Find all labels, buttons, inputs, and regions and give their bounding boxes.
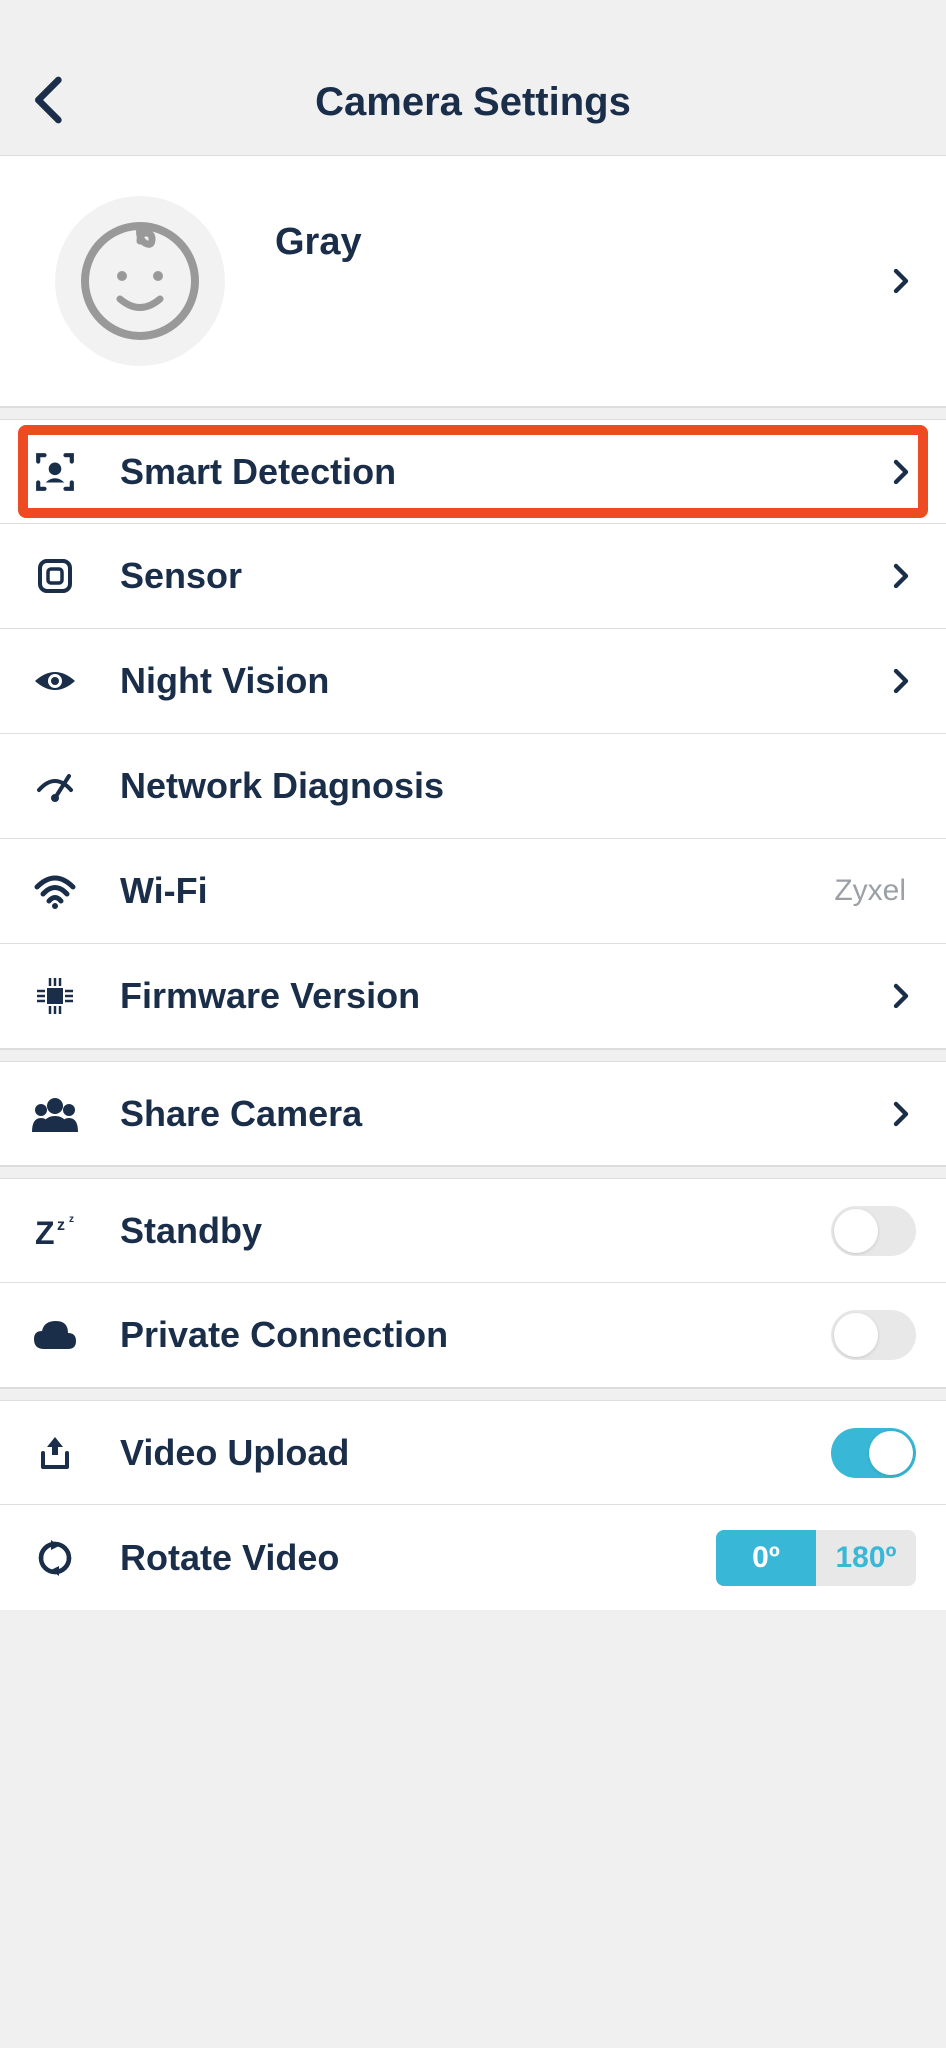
setting-sensor[interactable]: Sensor	[0, 524, 946, 629]
svg-text:z: z	[69, 1214, 74, 1225]
upload-icon	[30, 1428, 80, 1478]
setting-label: Standby	[120, 1210, 831, 1252]
setting-label: Night Vision	[120, 660, 886, 702]
chevron-right-icon	[886, 1099, 916, 1129]
page-title: Camera Settings	[0, 80, 946, 125]
private-connection-toggle[interactable]	[831, 1310, 916, 1360]
wifi-value: Zyxel	[834, 874, 906, 908]
standby-toggle[interactable]	[831, 1206, 916, 1256]
setting-standby[interactable]: Z z z Standby	[0, 1178, 946, 1283]
profile-row[interactable]: Gray	[0, 155, 946, 407]
chip-icon	[30, 971, 80, 1021]
header: Camera Settings	[0, 0, 946, 155]
setting-label: Network Diagnosis	[120, 765, 916, 807]
setting-video-upload[interactable]: Video Upload	[0, 1400, 946, 1505]
rotate-option-0[interactable]: 0º	[716, 1530, 816, 1586]
svg-text:Z: Z	[35, 1215, 55, 1250]
setting-night-vision[interactable]: Night Vision	[0, 629, 946, 734]
rotate-segment: 0º 180º	[716, 1530, 916, 1586]
cloud-icon	[30, 1310, 80, 1360]
smart-detection-icon	[30, 447, 80, 497]
network-diagnosis-icon	[30, 761, 80, 811]
sleep-icon: Z z z	[30, 1206, 80, 1256]
wifi-icon	[30, 866, 80, 916]
setting-label: Wi-Fi	[120, 870, 834, 912]
back-button[interactable]	[30, 75, 70, 130]
video-upload-toggle[interactable]	[831, 1428, 916, 1478]
chevron-right-icon	[886, 561, 916, 591]
eye-icon	[30, 656, 80, 706]
setting-label: Sensor	[120, 555, 886, 597]
setting-label: Video Upload	[120, 1432, 831, 1474]
profile-name: Gray	[275, 221, 886, 264]
setting-wifi[interactable]: Wi-Fi Zyxel	[0, 839, 946, 944]
chevron-right-icon	[886, 666, 916, 696]
setting-share-camera[interactable]: Share Camera	[0, 1061, 946, 1166]
chevron-left-icon	[30, 75, 70, 125]
sensor-icon	[30, 551, 80, 601]
baby-face-icon	[80, 221, 200, 341]
setting-label: Firmware Version	[120, 975, 886, 1017]
people-icon	[30, 1089, 80, 1139]
setting-rotate-video[interactable]: Rotate Video 0º 180º	[0, 1505, 946, 1610]
chevron-right-icon	[886, 266, 916, 296]
rotate-option-180[interactable]: 180º	[816, 1530, 916, 1586]
avatar	[55, 196, 225, 366]
setting-label: Rotate Video	[120, 1537, 716, 1579]
setting-network-diagnosis[interactable]: Network Diagnosis	[0, 734, 946, 839]
rotate-icon	[30, 1533, 80, 1583]
setting-private-connection[interactable]: Private Connection	[0, 1283, 946, 1388]
setting-firmware[interactable]: Firmware Version	[0, 944, 946, 1049]
setting-label: Private Connection	[120, 1314, 831, 1356]
chevron-right-icon	[886, 981, 916, 1011]
setting-label: Smart Detection	[120, 451, 886, 493]
svg-text:z: z	[57, 1217, 65, 1234]
chevron-right-icon	[886, 457, 916, 487]
setting-smart-detection[interactable]: Smart Detection	[0, 419, 946, 524]
setting-label: Share Camera	[120, 1093, 886, 1135]
